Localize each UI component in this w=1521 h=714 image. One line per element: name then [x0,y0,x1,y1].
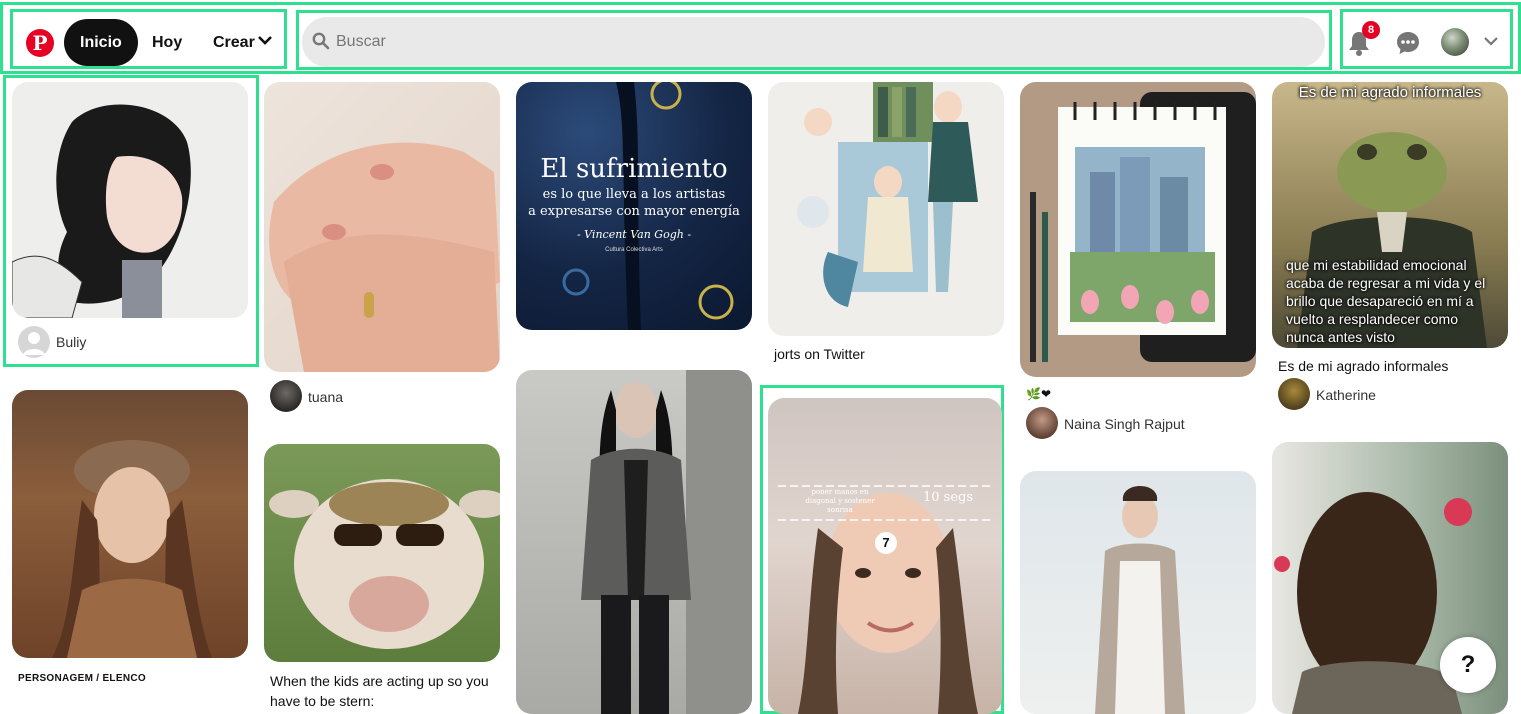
pin-8-image[interactable] [264,444,500,662]
pin-6-user-avatar[interactable] [1278,378,1310,410]
pin-3-credit: Cultura Colectiva Arts [605,247,663,253]
pin-6-caption[interactable]: Es de mi agrado informales [1278,356,1448,376]
pin-1-user-avatar[interactable] [18,326,50,358]
pin-3-title: El sufrimiento [540,154,728,184]
pin-5-emoji-caption[interactable]: 🌿❤ [1026,384,1051,404]
default-user-icon [23,332,45,355]
account-chevron-down-icon[interactable] [1484,37,1498,47]
nav-today-button[interactable]: Hoy [136,19,198,66]
pin-10-image[interactable]: poner manos en diagonal y sostener sonri… [768,398,1002,714]
pin-11-image[interactable] [1020,471,1256,714]
pin-9-image[interactable] [516,370,752,714]
pin-8-caption[interactable]: When the kids are acting up so you have … [270,671,500,711]
profile-avatar[interactable] [1441,28,1469,56]
message-icon[interactable] [1395,30,1421,56]
pin-5-username[interactable]: Naina Singh Rajput [1064,416,1185,432]
selfie-face-filter [778,485,992,714]
pin-6-meme-bottom-text: que mi estabilidad emocional acaba de re… [1286,257,1486,345]
pin-3-image[interactable]: El sufrimiento es lo que lleva a los art… [516,82,752,330]
pin-3-subtitle-2: a expresarse con mayor energía [528,204,740,219]
anime-girl-drawing [12,104,191,318]
pin-5-image[interactable] [1020,82,1256,377]
pin-2-username[interactable]: tuana [308,389,343,405]
pinterest-logo[interactable]: P [26,29,54,57]
pin-2-image[interactable] [264,82,500,372]
sketchbook-watercolor [1030,92,1256,362]
pin-3-subtitle-1: es lo que lleva a los artistas [542,187,726,202]
pin-10-overlay-instruction: poner manos en diagonal y sostener sonri… [805,488,875,514]
pin-6-username[interactable]: Katherine [1316,387,1376,403]
pin-10-overlay-timer: 10 segs [922,490,974,505]
pin-4-caption[interactable]: jorts on Twitter [774,344,865,364]
pin-4-image[interactable] [768,82,1004,336]
woman-blazer-outfit [581,370,752,714]
hands-manicure [269,142,500,372]
search-icon [312,32,330,50]
cow-sunglasses [269,479,500,649]
pin-1-image[interactable] [12,82,248,318]
help-button[interactable]: ? [1440,637,1496,693]
pin-1-username[interactable]: Buliy [56,334,86,350]
woman-white-outfit [1095,486,1185,714]
notifications-badge: 8 [1362,21,1380,39]
pin-10-counter: 7 [875,532,897,554]
pin-7-image[interactable] [12,390,248,658]
illustration-boys-bookshelf [797,82,978,307]
search-input[interactable] [302,17,1325,67]
pinterest-logo-icon: P [32,31,48,55]
nav-home-button[interactable]: Inicio [64,19,138,66]
pin-2-user-avatar[interactable] [270,380,302,412]
pin-5-user-avatar[interactable] [1026,407,1058,439]
pin-6-meme-top-text: Es de mi agrado informales [1298,84,1482,101]
chevron-down-icon[interactable] [258,36,272,46]
pin-6-image[interactable]: Es de mi agrado informales que mi estabi… [1272,82,1508,348]
portrait-woman-beret [52,440,212,658]
pin-3-author: - Vincent Van Gogh - [576,228,692,241]
pin-7-caption[interactable]: PERSONAGEM / ELENCO [18,669,146,689]
nav-create-label: Crear [213,34,255,51]
